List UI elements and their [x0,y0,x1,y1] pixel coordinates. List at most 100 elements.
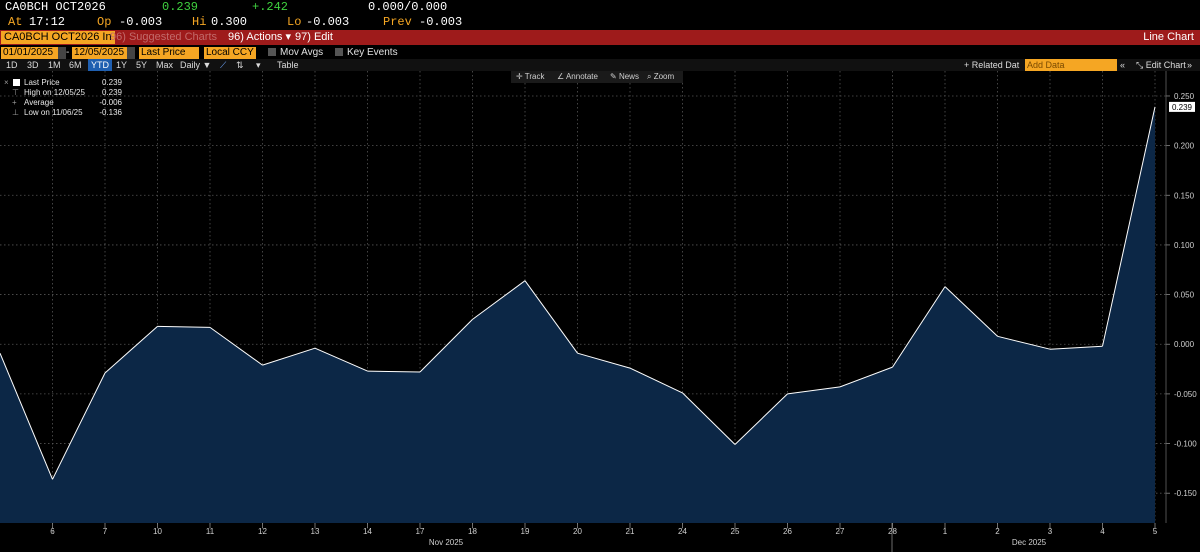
legend-low-label: Low on 11/06/25 [24,108,83,117]
data-point[interactable] [629,367,632,370]
data-point[interactable] [314,347,317,350]
period-1m[interactable]: 1M [48,59,61,71]
data-point[interactable] [524,279,527,282]
data-point[interactable] [209,326,212,329]
data-point[interactable] [104,372,107,375]
x-tick-label: 14 [363,527,372,536]
data-point[interactable] [891,366,894,369]
annotate-tool[interactable]: ∠ Annotate [557,71,598,83]
period-3d[interactable]: 3D [27,59,39,71]
x-tick-label: 26 [783,527,792,536]
chart-type-title: Line Chart [1143,31,1194,43]
legend-last-value: 0.239 [101,78,122,87]
data-point[interactable] [366,370,369,373]
area-fill [0,106,1155,524]
data-point[interactable] [734,443,737,446]
news-tool[interactable]: ✎ News [610,71,639,83]
data-point[interactable] [681,391,684,394]
expand-icon[interactable]: » [1187,59,1192,71]
frequency-select[interactable]: Daily ▼ [180,59,211,71]
price-field-select[interactable]: Last Price [139,47,199,59]
data-point[interactable] [0,352,2,355]
x-tick-label: 18 [468,527,477,536]
period-1d[interactable]: 1D [6,59,18,71]
legend-last-price[interactable]: × Last Price 0.239 [4,78,122,88]
period-ytd[interactable]: YTD [88,59,112,71]
data-point[interactable] [996,335,999,338]
data-point[interactable] [576,352,579,355]
frequency-label: Daily [180,60,201,70]
data-point[interactable] [1101,345,1104,348]
line-chart-icon[interactable]: ⟋ [220,59,226,71]
data-point[interactable] [944,285,947,288]
chart-area[interactable]: 0.250 0.200 0.150 0.100 0.050 0.000 -0.050 -0.1… [0,71,1200,552]
zoom-tool[interactable]: ⌕ Zoom [647,71,674,83]
quote-header: CA0BCH OCT2026 0.239 +.242 0.000/0.000 A… [0,0,1200,30]
y-tick-label: 0.150 [1174,191,1195,200]
bid-ask: 0.000/0.000 [368,0,448,14]
prev-value: -0.003 [419,15,463,29]
data-point[interactable] [1154,105,1157,108]
suggested-charts-menu[interactable]: 96) Suggested Charts [110,31,217,44]
period-6m[interactable]: 6M [69,59,82,71]
x-tick-label: 28 [888,527,897,536]
key-events-toggle[interactable]: Key Events [335,46,398,59]
chart-params-row: 01/01/2025 - 12/05/2025 Last Price Local… [0,46,1200,59]
edit-chart-button[interactable]: ⤡ Edit Chart [1136,59,1186,71]
table-button[interactable]: Table [277,59,299,71]
low-value: -0.003 [306,15,350,29]
average-marker-icon: + [12,98,17,107]
actions-menu[interactable]: 96) Actions ▾ [228,31,291,44]
x-tick-label: 6 [50,527,55,536]
line-chart[interactable]: 0.250 0.200 0.150 0.100 0.050 0.000 -0.050 -0.1… [0,71,1200,552]
start-date-field[interactable]: 01/01/2025 [1,47,58,59]
period-5y[interactable]: 5Y [136,59,147,71]
data-point[interactable] [839,385,842,388]
legend-last-label: Last Price [24,78,60,87]
legend-average: + Average -0.006 [4,98,122,108]
x-tick-label: 20 [573,527,582,536]
high-marker-icon: ⊤ [12,88,19,97]
x-tick-label: 27 [836,527,845,536]
collapse-icon[interactable]: « [1120,59,1125,71]
y-tick-label: 0.050 [1174,291,1195,300]
calendar-icon[interactable] [58,47,66,59]
edit-menu[interactable]: 97) Edit [295,31,333,44]
chart-tools: ✛ Track ∠ Annotate ✎ News ⌕ Zoom [511,71,683,83]
period-max[interactable]: Max [156,59,173,71]
period-1y[interactable]: 1Y [116,59,127,71]
y-tick-label: 0.250 [1174,92,1195,101]
high-label: Hi [192,15,207,29]
security-ticker[interactable]: CA0BCH OCT2026 [5,0,106,14]
data-point[interactable] [51,478,54,481]
data-point[interactable] [1049,348,1052,351]
bar-style-icon[interactable]: ⇅ [236,59,244,71]
security-input[interactable]: CA0BCH OCT2026 In [1,31,115,44]
close-icon[interactable]: × [4,78,9,88]
x-tick-label: 7 [103,527,108,536]
last-price: 0.239 [162,0,199,14]
currency-select[interactable]: Local CCY [204,47,256,59]
last-value-label: 0.239 [1172,103,1193,112]
data-point[interactable] [419,371,422,374]
end-date-field[interactable]: 12/05/2025 [72,47,127,59]
track-tool[interactable]: ✛ Track [516,71,544,83]
add-data-input[interactable]: Add Data [1025,59,1117,71]
data-point[interactable] [261,364,264,367]
data-point[interactable] [156,325,159,328]
y-tick-label: 0.000 [1174,340,1195,349]
x-tick-label: 17 [416,527,425,536]
at-label: At [8,15,23,29]
mov-avgs-toggle[interactable]: Mov Avgs [268,46,323,59]
calendar-icon[interactable] [127,47,135,59]
related-data-button[interactable]: + Related Dat [964,59,1019,71]
data-point[interactable] [471,318,474,321]
y-tick-label: 0.200 [1174,142,1195,151]
chevron-down-icon[interactable]: ▾ [256,59,261,71]
y-tick-label: -0.050 [1174,390,1197,399]
high-value: 0.300 [211,15,248,29]
data-point[interactable] [786,392,789,395]
series-swatch [13,79,20,86]
legend-average-label: Average [24,98,54,107]
y-tick-label: 0.100 [1174,241,1195,250]
